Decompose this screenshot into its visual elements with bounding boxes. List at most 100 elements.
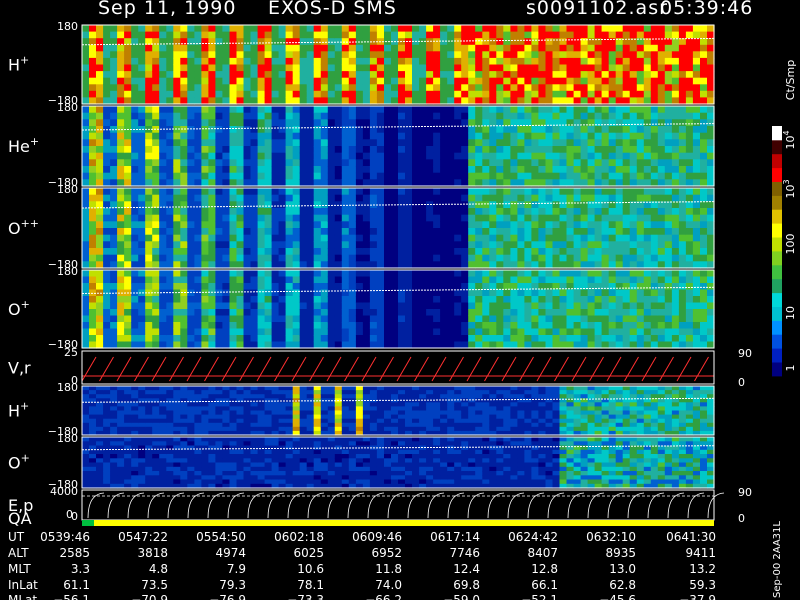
spectrogram-cell xyxy=(643,309,652,317)
spectrogram-cell xyxy=(426,44,434,52)
spectrogram-cell xyxy=(110,426,118,432)
spectrogram-cell xyxy=(348,241,357,249)
spectrogram-cell xyxy=(229,38,238,46)
spectrogram-cell xyxy=(489,315,497,323)
spectrogram-cell xyxy=(510,221,518,229)
spectrogram-cell xyxy=(124,214,132,222)
spectrogram-cell xyxy=(475,31,483,39)
spectrogram-cell xyxy=(117,214,125,222)
spectrogram-cell xyxy=(271,234,280,242)
spectrogram-cell xyxy=(447,71,455,79)
spectrogram-cell xyxy=(475,322,483,330)
spectrogram-cell xyxy=(594,254,603,262)
spectrogram-cell xyxy=(461,335,469,343)
spectrogram-cell xyxy=(468,57,476,66)
spectrogram-cell xyxy=(285,159,294,167)
spectrogram-cell xyxy=(657,31,666,39)
spectrogram-cell xyxy=(194,57,202,66)
spectrogram-cell xyxy=(96,71,104,79)
spectrogram-cell xyxy=(433,188,441,196)
spectrogram-cell xyxy=(692,146,701,154)
spectrogram-cell xyxy=(580,270,589,278)
spectrogram-cell xyxy=(159,406,167,412)
spectrogram-cell xyxy=(264,315,273,323)
spectrogram-cell xyxy=(517,221,525,229)
spectrogram-cell xyxy=(545,241,554,249)
spectrogram-cell xyxy=(419,386,427,391)
spectrogram-cell xyxy=(559,241,568,249)
spectrogram-cell xyxy=(510,44,518,52)
spectrogram-cell xyxy=(278,159,287,167)
spectrogram-cell xyxy=(594,322,603,330)
spectrogram-cell xyxy=(496,228,504,236)
spectrogram-cell xyxy=(629,234,638,242)
spectrogram-cell xyxy=(173,126,181,134)
spectrogram-cell xyxy=(398,214,406,222)
spectrogram-cell xyxy=(636,77,645,85)
spectrogram-cell xyxy=(573,270,582,278)
spectrogram-cell xyxy=(398,188,406,196)
spectrogram-cell xyxy=(608,194,617,202)
spectrogram-cell xyxy=(264,38,273,46)
spectrogram-cell xyxy=(194,241,202,249)
spectrogram-cell xyxy=(391,31,399,39)
spectrogram-cell xyxy=(250,132,259,140)
spectrogram-cell xyxy=(257,335,266,343)
spectrogram-cell xyxy=(96,254,104,262)
spectrogram-cell xyxy=(566,77,575,85)
spectrogram-cell xyxy=(440,322,448,330)
spectrogram-cell xyxy=(433,426,441,432)
spectrogram-cell xyxy=(454,119,462,127)
spectrogram-cell xyxy=(707,254,715,262)
spectrogram-cell xyxy=(243,188,252,196)
spectrogram-cell xyxy=(243,410,252,416)
spectrogram-cell xyxy=(362,31,371,39)
spectrogram-cell xyxy=(257,132,266,140)
spectrogram-cell xyxy=(489,254,497,262)
spectrogram-cell xyxy=(419,241,427,249)
spectrogram-cell xyxy=(510,146,518,154)
spectrogram-cell xyxy=(384,254,392,262)
spectrogram-cell xyxy=(208,90,216,98)
spectrogram-cell xyxy=(208,414,216,420)
spectrogram-cell xyxy=(622,254,631,262)
spectrogram-cell xyxy=(636,90,645,98)
spectrogram-cell xyxy=(201,57,209,66)
spectrogram-cell xyxy=(131,414,139,420)
spectrogram-cell xyxy=(208,276,216,284)
spectrogram-cell xyxy=(700,119,708,127)
spectrogram-cell xyxy=(489,194,497,202)
spectrogram-cell xyxy=(552,328,561,336)
spectrogram-cell xyxy=(362,406,371,412)
spectrogram-cell xyxy=(580,44,589,52)
spectrogram-cell xyxy=(96,328,104,336)
spectrogram-cell xyxy=(447,241,455,249)
spectrogram-cell xyxy=(152,214,160,222)
spectrogram-cell xyxy=(292,57,301,66)
spectrogram-cell xyxy=(208,328,216,336)
spectrogram-cell xyxy=(362,166,371,174)
spectrogram-cell xyxy=(201,390,209,395)
spectrogram-cell xyxy=(173,139,181,147)
spectrogram-cell xyxy=(671,84,680,92)
spectrogram-cell xyxy=(510,214,518,222)
spectrogram-cell xyxy=(166,406,174,412)
spectrogram-cell xyxy=(629,106,638,114)
spectrogram-cell xyxy=(194,221,202,229)
spectrogram-cell xyxy=(264,64,273,72)
spectrogram-cell xyxy=(580,194,589,202)
spectrogram-cell xyxy=(657,84,666,92)
spectrogram-cell xyxy=(454,302,462,310)
spectrogram-cell xyxy=(362,90,371,98)
spectrogram-cell xyxy=(398,335,406,343)
spectrogram-cell xyxy=(552,322,561,330)
spectrogram-cell xyxy=(678,276,687,284)
spectrogram-cell xyxy=(657,309,666,317)
spectrogram-cell xyxy=(524,44,532,52)
spectrogram-cell xyxy=(341,166,350,174)
spectrogram-cell xyxy=(278,221,287,229)
spectrogram-cell xyxy=(391,241,399,249)
spectrogram-cell xyxy=(489,309,497,317)
spectrogram-cell xyxy=(594,276,603,284)
spectrogram-cell xyxy=(299,139,308,147)
